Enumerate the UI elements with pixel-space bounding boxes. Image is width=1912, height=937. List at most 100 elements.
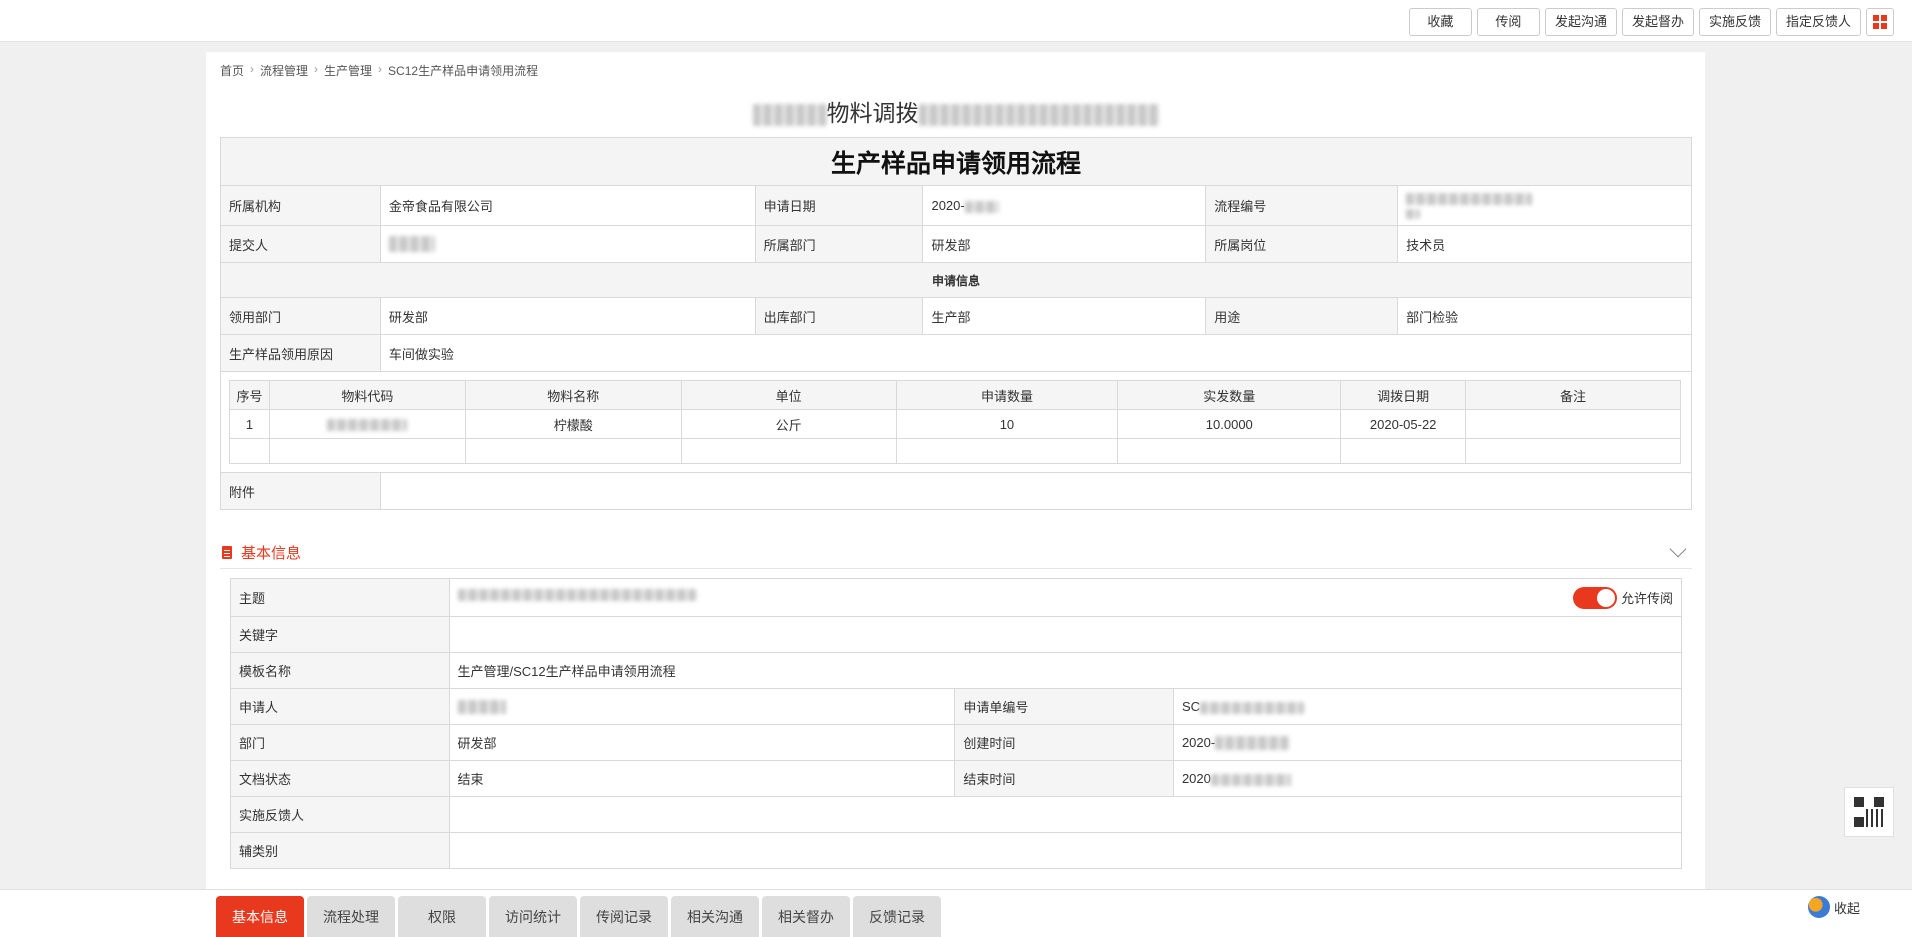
flowno-label: 流程编号	[1205, 185, 1399, 226]
created-cell: 2020-	[1172, 724, 1683, 761]
circulate-button[interactable]: 传阅	[1476, 8, 1540, 36]
col-header: 申请数量	[895, 380, 1119, 410]
implementation-feedback-button[interactable]: 实施反馈	[1698, 8, 1771, 36]
dept2-label: 部门	[230, 724, 450, 761]
tab-related-communication[interactable]: 相关沟通	[671, 896, 759, 937]
org-value: 金帝食品有限公司	[379, 185, 756, 226]
table-row	[229, 438, 1681, 464]
main-panel: 首页 › 流程管理 › 生产管理 › SC12生产样品申请领用流程 物料调拨 生产样品…	[206, 52, 1705, 890]
form-title: 生产样品申请领用流程	[220, 137, 1692, 186]
redacted-text	[1406, 193, 1533, 206]
purpose-value: 部门检验	[1397, 297, 1692, 335]
status-value: 结束	[448, 760, 956, 797]
dept-label: 所属部门	[754, 225, 924, 263]
attach-label: 附件	[220, 472, 381, 510]
col-header: 物料名称	[464, 380, 682, 410]
tab-feedback-records[interactable]: 反馈记录	[853, 896, 941, 937]
qr-code-button[interactable]	[1844, 787, 1894, 837]
row-date: 2020-05-22	[1340, 409, 1467, 439]
use-dept-label: 领用部门	[220, 297, 381, 335]
tab-basic-info[interactable]: 基本信息	[216, 896, 304, 937]
apps-button[interactable]	[1866, 8, 1894, 36]
reason-value: 车间做实验	[379, 334, 1693, 372]
grid-icon	[1873, 15, 1887, 29]
out-dept-label: 出库部门	[754, 297, 924, 335]
row-code	[268, 409, 466, 439]
appno-cell: SC	[1172, 688, 1683, 725]
tab-circulation-records[interactable]: 传阅记录	[580, 896, 668, 937]
redacted-text	[457, 700, 506, 715]
collapse-button[interactable]: 收起	[1808, 896, 1860, 918]
redacted-text	[388, 236, 435, 253]
date-cell: 2020-	[922, 185, 1207, 226]
tab-related-supervision[interactable]: 相关督办	[762, 896, 850, 937]
page-title: 物料调拨	[206, 94, 1705, 128]
end-label: 结束时间	[954, 760, 1174, 797]
row-qty: 10	[895, 409, 1119, 439]
submitter-value	[379, 225, 756, 263]
col-header: 实发数量	[1117, 380, 1342, 410]
start-communication-button[interactable]: 发起沟通	[1544, 8, 1617, 36]
subject-label: 主题	[230, 578, 450, 617]
subject-value: 允许传阅	[448, 578, 1682, 617]
allow-circulate-toggle[interactable]	[1572, 586, 1617, 609]
breadcrumb-flow-management[interactable]: 流程管理	[260, 62, 308, 79]
redacted-text	[964, 200, 999, 213]
dept2-value: 研发部	[448, 724, 956, 761]
attach-value[interactable]	[379, 472, 1693, 510]
use-dept-value: 研发部	[379, 297, 756, 335]
redacted-text	[1215, 736, 1290, 751]
assign-feedback-person-button[interactable]: 指定反馈人	[1775, 8, 1861, 36]
toolbar-buttons: 收藏 传阅 发起沟通 发起督办 实施反馈 指定反馈人	[1408, 8, 1894, 36]
qr-code-icon	[1854, 797, 1884, 827]
row-name: 柠檬酸	[464, 409, 682, 439]
items-table: 序号 物料代码 物料名称 单位 申请数量 实发数量 调拨日期 备注 1 柠檬酸 …	[229, 380, 1681, 464]
favorite-button[interactable]: 收藏	[1408, 8, 1472, 36]
redacted-text	[918, 103, 1159, 126]
end-value: 2020	[1181, 771, 1211, 786]
tab-flow-handling[interactable]: 流程处理	[307, 896, 395, 937]
document-icon	[222, 545, 232, 559]
redacted-text	[1210, 773, 1291, 786]
col-header: 备注	[1465, 380, 1681, 410]
end-cell: 2020	[1172, 760, 1683, 797]
row-unit: 公斤	[680, 409, 897, 439]
basic-info-title: 基本信息	[241, 544, 302, 562]
section-application-info: 申请信息	[220, 262, 1692, 298]
col-header: 调拨日期	[1340, 380, 1467, 410]
collapse-label: 收起	[1834, 900, 1861, 916]
chevron-down-icon[interactable]	[1669, 540, 1687, 558]
date-value: 2020-	[931, 198, 965, 213]
allow-circulate-label: 允许传阅	[1620, 591, 1673, 606]
basic-info-table: 主题 允许传阅 关键字 模板名称 生产管理/SC12生产样品申请领用流程 申请人…	[230, 578, 1683, 869]
tab-list: 基本信息 流程处理 权限 访问统计 传阅记录 相关沟通 相关督办 反馈记录	[216, 896, 941, 937]
redacted-text	[327, 419, 408, 432]
breadcrumb: 首页 › 流程管理 › 生产管理 › SC12生产样品申请领用流程	[220, 62, 539, 79]
created-label: 创建时间	[954, 724, 1174, 761]
date-label: 申请日期	[754, 185, 924, 226]
feedback-label: 实施反馈人	[230, 796, 450, 833]
post-label: 所属岗位	[1205, 225, 1399, 263]
status-label: 文档状态	[230, 760, 450, 797]
created-value: 2020-	[1181, 734, 1216, 750]
reason-label: 生产样品领用原因	[220, 334, 381, 372]
redacted-text	[1406, 209, 1421, 220]
breadcrumb-home[interactable]: 首页	[220, 62, 244, 79]
row-no: 1	[229, 409, 270, 439]
feedback-value	[448, 796, 1682, 833]
basic-info-header[interactable]: 基本信息	[220, 536, 1692, 569]
row-actual: 10.0000	[1117, 409, 1342, 439]
col-header: 物料代码	[268, 380, 466, 410]
breadcrumb-production-management[interactable]: 生产管理	[324, 62, 372, 79]
template-label: 模板名称	[230, 652, 450, 689]
applicant-label: 申请人	[230, 688, 450, 725]
out-dept-value: 生产部	[922, 297, 1207, 335]
applicant-value	[448, 688, 956, 725]
start-supervision-button[interactable]: 发起督办	[1621, 8, 1694, 36]
keyword-value	[448, 616, 1682, 653]
application-form: 生产样品申请领用流程 所属机构 金帝食品有限公司 申请日期 2020- 流程编号…	[220, 137, 1693, 510]
tab-visit-stats[interactable]: 访问统计	[489, 896, 577, 937]
col-header: 单位	[680, 380, 897, 410]
subcat-value	[448, 832, 1682, 869]
tab-permissions[interactable]: 权限	[398, 896, 486, 937]
